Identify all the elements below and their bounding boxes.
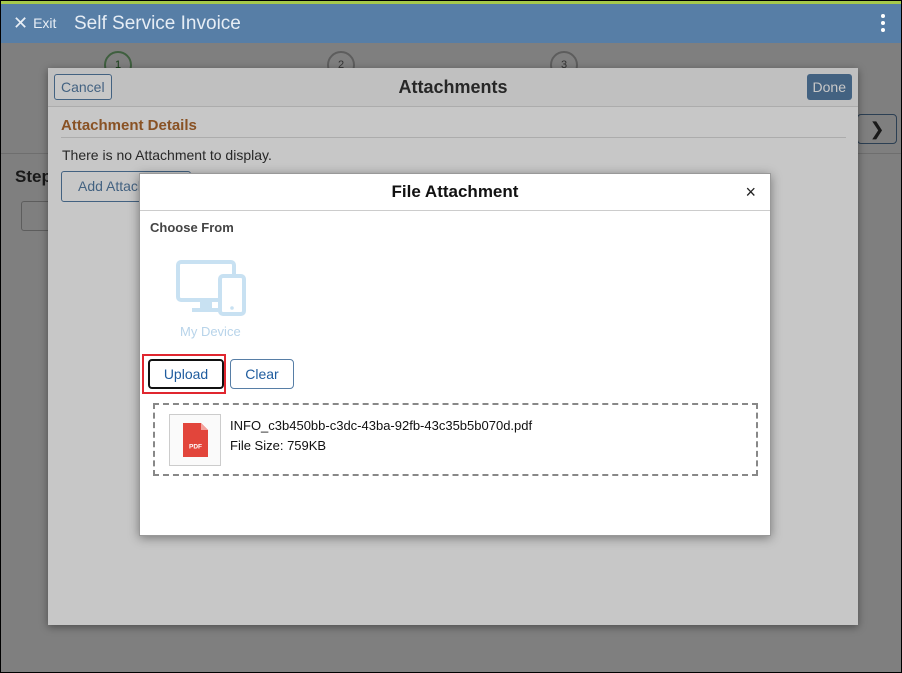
screen: ✕ Exit Self Service Invoice 1 2 3 ❯ Step… <box>0 0 902 673</box>
clear-button[interactable]: Clear <box>230 359 294 389</box>
kebab-menu-icon[interactable] <box>881 14 885 35</box>
app-title: Self Service Invoice <box>74 13 241 34</box>
upload-button[interactable]: Upload <box>148 359 224 389</box>
file-attachment-title: File Attachment <box>391 182 519 201</box>
close-icon[interactable]: × <box>745 183 756 201</box>
file-drop-area: PDF INFO_c3b450bb-c3dc-43ba-92fb-43c35b5… <box>153 403 758 476</box>
pdf-file-icon: PDF <box>169 414 221 466</box>
choose-from-label: Choose From <box>150 220 234 235</box>
my-device-icon[interactable] <box>176 258 246 318</box>
file-size: File Size: 759KB <box>230 438 327 453</box>
close-icon: ✕ <box>13 13 29 33</box>
file-name: INFO_c3b450bb-c3dc-43ba-92fb-43c35b5b070… <box>230 418 533 433</box>
file-attachment-header: File Attachment × <box>140 174 770 211</box>
my-device-label[interactable]: My Device <box>180 324 241 339</box>
file-attachment-modal: File Attachment × Choose From My Device … <box>139 173 771 536</box>
app-header: ✕ Exit Self Service Invoice <box>1 1 901 43</box>
exit-button[interactable]: ✕ Exit <box>13 13 57 33</box>
pdf-icon-text: PDF <box>189 444 202 451</box>
exit-label: Exit <box>33 15 57 31</box>
